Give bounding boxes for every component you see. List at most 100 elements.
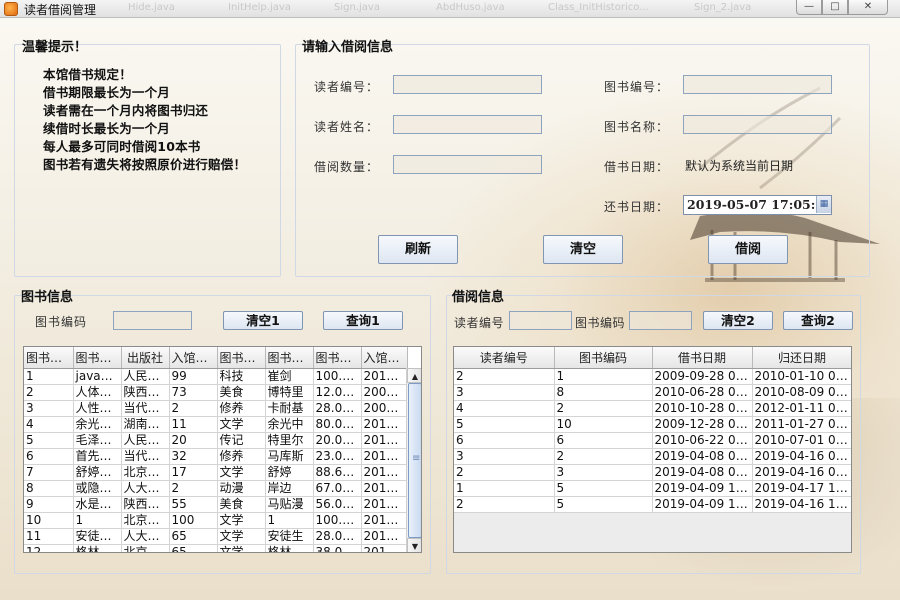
table-cell[interactable]: 100.0... xyxy=(313,368,362,385)
column-header[interactable]: 图书作... xyxy=(265,347,314,369)
table-cell[interactable]: 2019-04-16 02:... xyxy=(752,448,851,465)
book-table-row[interactable]: 11 安徒生... 人大学... 65 文学 安徒生 28.0000 2011-... xyxy=(24,528,408,545)
clear1-button[interactable]: 清空1 xyxy=(223,311,303,330)
table-cell[interactable]: 1 xyxy=(454,480,555,497)
table-cell[interactable]: 人大学... xyxy=(121,480,170,497)
scroll-thumb[interactable] xyxy=(408,383,421,538)
table-cell[interactable]: 2 xyxy=(169,480,218,497)
table-cell[interactable]: 2011-... xyxy=(361,496,408,513)
table-cell[interactable]: 10 xyxy=(24,512,74,529)
table-cell[interactable]: 科技 xyxy=(217,368,266,385)
table-cell[interactable]: 73 xyxy=(169,384,218,401)
table-cell[interactable]: 当代世... xyxy=(121,448,170,465)
table-cell[interactable]: 2019-04-09 16:... xyxy=(652,496,753,513)
table-cell[interactable]: 或隐忍... xyxy=(73,480,122,497)
table-cell[interactable]: 2010-10-28 00:... xyxy=(652,400,753,417)
table-cell[interactable]: 水是最... xyxy=(73,496,122,513)
table-cell[interactable]: 9 xyxy=(24,496,74,513)
table-cell[interactable]: 2009-... xyxy=(361,384,408,401)
table-cell[interactable]: 65 xyxy=(169,528,218,545)
borrow-table-row[interactable]: 5 10 2009-12-28 00:... 2011-01-27 00:... xyxy=(454,416,851,433)
borrow-table-row[interactable]: 6 6 2010-06-22 00:... 2010-07-01 00:... xyxy=(454,432,851,449)
table-cell[interactable]: 特里尔 xyxy=(265,432,314,449)
table-cell[interactable]: 格林童... xyxy=(73,544,122,552)
book-table-row[interactable]: 1 java徐... 人民大... 99 科技 崔剑 100.0... 2011-... xyxy=(24,368,408,385)
book-name-input[interactable] xyxy=(683,115,832,134)
column-header[interactable]: 出版社 xyxy=(121,347,170,369)
table-cell[interactable]: 56.0000 xyxy=(313,496,362,513)
table-cell[interactable]: 美食 xyxy=(217,384,266,401)
table-cell[interactable]: 2011-... xyxy=(361,528,408,545)
table-cell[interactable]: 6 xyxy=(454,432,555,449)
table-cell[interactable]: 1 xyxy=(24,368,74,385)
table-cell[interactable]: 马库斯 xyxy=(265,448,314,465)
table-cell[interactable]: 2 xyxy=(169,400,218,417)
table-cell[interactable]: 美食 xyxy=(217,496,266,513)
borrow-table-row[interactable]: 2 5 2019-04-09 16:... 2019-04-16 16:... xyxy=(454,496,851,513)
table-cell[interactable]: 2011-... xyxy=(361,464,408,481)
table-cell[interactable]: 10 xyxy=(554,416,653,433)
table-cell[interactable]: 文学 xyxy=(217,528,266,545)
column-header[interactable]: 入馆时... xyxy=(361,347,408,369)
table-cell[interactable]: 动漫 xyxy=(217,480,266,497)
table-cell[interactable]: 当代世... xyxy=(121,400,170,417)
table-cell[interactable]: 3 xyxy=(554,464,653,481)
table-cell[interactable]: 2011-... xyxy=(361,544,408,552)
table-cell[interactable]: 人大学... xyxy=(121,528,170,545)
window-titlebar[interactable]: 读者借阅管理 Hide.java InitHelp.java Sign.java… xyxy=(0,0,900,18)
book-table-row[interactable]: 4 余光中... 湖南大... 11 文学 余光中 80.0000 2012-... xyxy=(24,416,408,433)
table-cell[interactable]: 2 xyxy=(454,464,555,481)
table-cell[interactable]: 余光中 xyxy=(265,416,314,433)
table-cell[interactable]: 文学 xyxy=(217,512,266,529)
table-cell[interactable]: 2019-04-17 16:... xyxy=(752,480,851,497)
table-cell[interactable]: 5 xyxy=(24,432,74,449)
clear-button[interactable]: 清空 xyxy=(543,235,623,264)
table-cell[interactable]: 2019-04-09 16:... xyxy=(652,480,753,497)
table-cell[interactable]: 修养 xyxy=(217,400,266,417)
table-cell[interactable]: 1 xyxy=(265,512,314,529)
table-cell[interactable]: 5 xyxy=(554,496,653,513)
table-cell[interactable]: 马贴漫 xyxy=(265,496,314,513)
table-cell[interactable]: 6 xyxy=(24,448,74,465)
book-table-row[interactable]: 12 格林童... 北京大... 65 文学 格林 38.0000 2011-... xyxy=(24,544,408,552)
reader-id-input[interactable] xyxy=(393,75,542,94)
book-table[interactable]: 图书编... 图书名... 出版社 入馆数... 图书类... 图书作... 图… xyxy=(23,346,422,553)
table-cell[interactable]: 人体营... xyxy=(73,384,122,401)
column-header[interactable]: 归还日期 xyxy=(752,347,851,369)
column-header[interactable]: 图书名... xyxy=(73,347,122,369)
table-cell[interactable]: 2010-06-22 00:... xyxy=(652,432,753,449)
table-cell[interactable]: 毛泽东... xyxy=(73,432,122,449)
borrow-table-row[interactable]: 4 2 2010-10-28 00:... 2012-01-11 00:... xyxy=(454,400,851,417)
book-table-row[interactable]: 5 毛泽东... 人民大... 20 传记 特里尔 20.0000 2011-... xyxy=(24,432,408,449)
table-cell[interactable]: 20 xyxy=(169,432,218,449)
table-cell[interactable]: 2011-... xyxy=(361,448,408,465)
table-cell[interactable]: 文学 xyxy=(217,464,266,481)
table-cell[interactable]: 6 xyxy=(554,432,653,449)
table-cell[interactable]: 岸边 xyxy=(265,480,314,497)
calendar-icon[interactable]: ▦ xyxy=(816,196,831,213)
table-cell[interactable]: 1 xyxy=(73,512,122,529)
table-cell[interactable]: 北京大... xyxy=(121,544,170,552)
table-cell[interactable]: 格林 xyxy=(265,544,314,552)
table-cell[interactable]: 7 xyxy=(24,464,74,481)
column-header[interactable]: 读者编号 xyxy=(454,347,555,369)
refresh-button[interactable]: 刷新 xyxy=(378,235,458,264)
table-cell[interactable]: 2009-09-28 00:... xyxy=(652,368,753,385)
table-cell[interactable]: 修养 xyxy=(217,448,266,465)
table-cell[interactable]: 2011-... xyxy=(361,432,408,449)
book-id-input[interactable] xyxy=(683,75,832,94)
table-cell[interactable]: 崔剑 xyxy=(265,368,314,385)
borrow-table-row[interactable]: 3 8 2010-06-28 00:... 2010-08-09 00:... xyxy=(454,384,851,401)
table-cell[interactable]: 传记 xyxy=(217,432,266,449)
column-header[interactable]: 图书价... xyxy=(313,347,362,369)
table-cell[interactable]: 8 xyxy=(554,384,653,401)
table-cell[interactable]: 55 xyxy=(169,496,218,513)
table-cell[interactable]: 2 xyxy=(454,496,555,513)
book-table-row[interactable]: 6 首先打... 当代世... 32 修养 马库斯 23.0000 2011-... xyxy=(24,448,408,465)
scroll-down-arrow-icon[interactable]: ▼ xyxy=(407,538,421,552)
table-cell[interactable]: 2011-... xyxy=(361,480,408,497)
table-cell[interactable]: 2011-01-27 00:... xyxy=(752,416,851,433)
table-cell[interactable]: 舒婷 xyxy=(265,464,314,481)
book-table-row[interactable]: 8 或隐忍... 人大学... 2 动漫 岸边 67.0000 2011-... xyxy=(24,480,408,497)
table-cell[interactable]: 北京大... xyxy=(121,464,170,481)
